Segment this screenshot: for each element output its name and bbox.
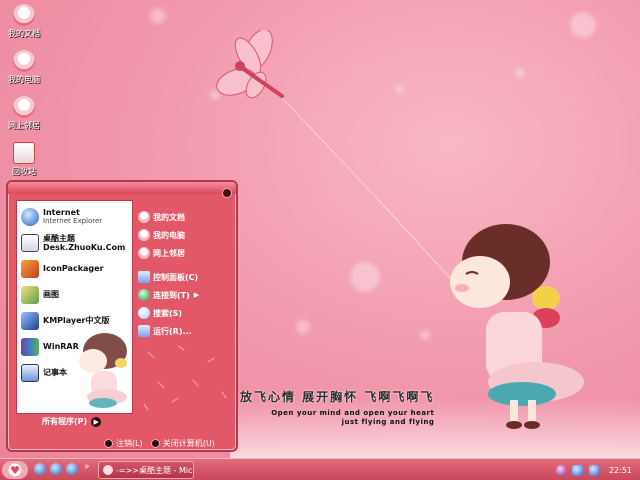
slogan-chinese: 放飞心情 展开胸怀 飞啊飞啊飞 (240, 390, 435, 404)
bokeh-light (515, 68, 525, 78)
paint-icon (21, 285, 39, 304)
shutdown-button[interactable]: 关闭计算机(U) (150, 438, 215, 449)
start-item-title: WinRAR (43, 342, 79, 351)
network-icon (13, 96, 35, 118)
bokeh-light (395, 85, 403, 93)
iconpackager-icon (21, 259, 39, 278)
bokeh-light (420, 330, 430, 340)
quicklaunch-more-icon[interactable]: » (84, 462, 90, 472)
close-icon[interactable] (222, 188, 232, 198)
girl-illustration (450, 224, 584, 429)
heart-icon: ♥ (10, 463, 20, 477)
start-menu-header (8, 182, 236, 194)
tray-network-icon[interactable] (572, 464, 583, 476)
desktop-icon-label: 我的电脑 (8, 75, 40, 84)
all-programs-label: 所有程序(P) (42, 417, 88, 426)
desktop-icon-network[interactable]: 网上邻居 (4, 96, 44, 131)
start-item-subtitle: Desk.ZhuoKu.Com (43, 242, 126, 252)
quicklaunch-desktop-icon[interactable] (66, 463, 78, 475)
start-place-my-documents[interactable]: 我的文档 (138, 208, 234, 226)
window-icon (103, 465, 113, 475)
winrar-icon (21, 337, 39, 356)
logoff-icon (104, 439, 113, 448)
tray-volume-icon[interactable] (588, 464, 599, 476)
bokeh-light (350, 262, 380, 292)
start-item-winrar[interactable]: WinRAR (17, 334, 132, 359)
slogan-english-2: just flying and flying (341, 418, 435, 426)
start-menu-footer: 注销(L) 关闭计算机(U) (104, 438, 215, 449)
tray-app-icon[interactable] (556, 464, 567, 476)
bokeh-light (570, 12, 596, 38)
start-place-label: 连接到(T) (153, 290, 190, 300)
quicklaunch-ie-icon[interactable] (34, 463, 46, 475)
start-place-label: 我的文档 (153, 212, 185, 222)
start-place-label: 搜索(S) (153, 308, 183, 318)
start-place-label: 网上邻居 (153, 248, 185, 258)
start-item-title: 记事本 (43, 368, 67, 377)
start-place-search[interactable]: 搜索(S) (138, 304, 234, 322)
taskbar: ♥ » -=>>桌酷主题 - Mic... 22:51 (0, 458, 640, 480)
connect-icon (138, 289, 150, 301)
logoff-button[interactable]: 注销(L) (104, 438, 143, 449)
taskbar-window-label: -=>>桌酷主题 - Mic... (116, 465, 194, 475)
start-menu-places: 我的文档 我的电脑 网上邻居 控制面板(C) 连接到(T) ▶ 搜索(S) 运行… (138, 208, 234, 340)
arrow-right-icon: ▶ (91, 416, 102, 427)
documents-icon (138, 211, 150, 223)
desktop-icon-label: 我的文档 (8, 29, 40, 38)
quicklaunch-ie-icon[interactable] (50, 463, 62, 475)
internet-explorer-icon (21, 207, 39, 226)
start-item-title: 桌酷主题 (43, 233, 75, 243)
desktop-icon-label: 网上邻居 (8, 121, 40, 130)
all-programs-button[interactable]: 所有程序(P) ▶ (42, 416, 102, 427)
network-icon (138, 247, 150, 259)
system-tray: 22:51 (556, 459, 640, 480)
slogan: 放飞心情 展开胸怀 飞啊飞啊飞 Open your mind and open … (240, 388, 434, 426)
desktop-icon-recycle-bin[interactable]: 回收站 (4, 142, 44, 177)
start-item-iconpackager[interactable]: IconPackager (17, 256, 132, 281)
start-place-label: 我的电脑 (153, 230, 185, 240)
shutdown-label: 关闭计算机(U) (162, 439, 215, 448)
recycle-bin-icon (13, 142, 35, 164)
start-place-connect-to[interactable]: 连接到(T) ▶ (138, 286, 234, 304)
start-button[interactable]: ♥ (2, 461, 28, 479)
zhuoku-icon (21, 233, 39, 252)
clock[interactable]: 22:51 (609, 466, 632, 475)
submenu-arrow-icon: ▶ (193, 291, 200, 299)
computer-icon (138, 229, 150, 241)
start-item-kmplayer[interactable]: KMPlayer中文版 (17, 308, 132, 333)
control-panel-icon (138, 271, 150, 283)
desktop-icon-my-computer[interactable]: 我的电脑 (4, 50, 44, 85)
feather-decoration-icon (143, 345, 227, 411)
power-icon (150, 439, 160, 448)
bokeh-light (296, 320, 310, 334)
start-place-label: 控制面板(C) (153, 272, 199, 282)
search-icon (138, 307, 150, 319)
start-item-notepad[interactable]: 记事本 (17, 360, 132, 385)
start-item-title: IconPackager (43, 264, 104, 273)
desktop-icon-my-documents[interactable]: 我的文档 (4, 4, 44, 39)
computer-icon (13, 50, 35, 72)
start-item-zhuoku[interactable]: 桌酷主题 Desk.ZhuoKu.Com (17, 230, 132, 255)
start-place-control-panel[interactable]: 控制面板(C) (138, 268, 234, 286)
start-item-paint[interactable]: 画图 (17, 282, 132, 307)
start-item-title: 画图 (43, 290, 59, 299)
dragonfly-kite-icon (216, 30, 284, 99)
logoff-label: 注销(L) (116, 439, 143, 448)
start-item-title: KMPlayer中文版 (43, 316, 110, 325)
start-item-subtitle: Internet Explorer (43, 217, 103, 225)
taskbar-window-button[interactable]: -=>>桌酷主题 - Mic... (98, 461, 194, 479)
start-place-network[interactable]: 网上邻居 (138, 244, 234, 262)
desktop-icon-label: 回收站 (12, 167, 36, 176)
start-item-internet-explorer[interactable]: Internet Internet Explorer (17, 204, 132, 229)
notepad-icon (21, 363, 39, 382)
start-item-title: Internet (43, 208, 80, 217)
slogan-english-1: Open your mind and open your heart (271, 409, 435, 417)
start-place-my-computer[interactable]: 我的电脑 (138, 226, 234, 244)
documents-icon (13, 4, 35, 26)
kmplayer-icon (21, 311, 39, 330)
start-menu-programs: Internet Internet Explorer 桌酷主题 Desk.Zhu… (16, 200, 133, 414)
bokeh-light (150, 8, 166, 24)
start-menu: Internet Internet Explorer 桌酷主题 Desk.Zhu… (6, 180, 238, 452)
